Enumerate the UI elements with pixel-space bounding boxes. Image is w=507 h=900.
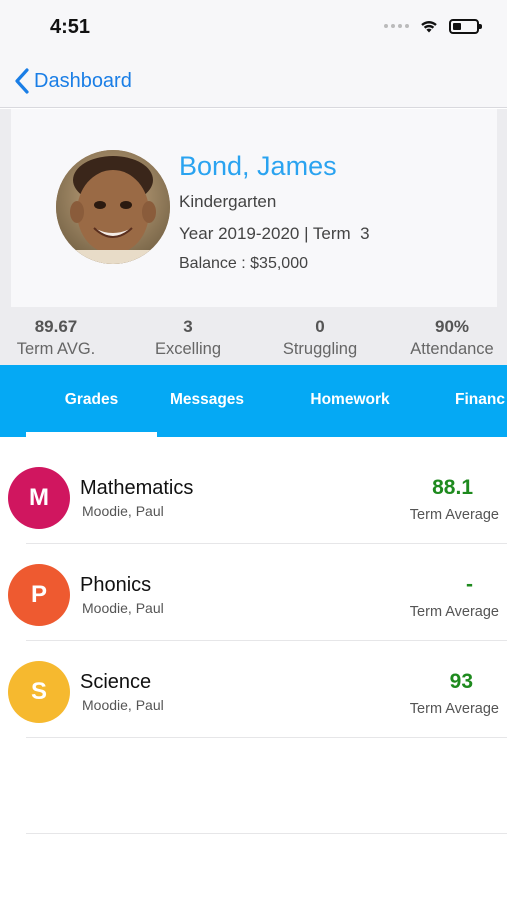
tab-bar: Grades Messages Homework Financ bbox=[0, 365, 507, 437]
profile-section: Bond, James Kindergarten Year 2019-2020 … bbox=[0, 109, 507, 309]
list-item[interactable]: P Phonics Moodie, Paul - Term Average bbox=[0, 544, 507, 641]
term-average-label: Term Average bbox=[409, 507, 499, 523]
subject-initial-badge: S bbox=[8, 661, 70, 723]
term-average-label: Term Average bbox=[409, 701, 499, 717]
tab-homework[interactable]: Homework bbox=[295, 365, 405, 437]
stat-value: 89.67 bbox=[34, 317, 78, 336]
cellular-signal-icon bbox=[384, 24, 409, 28]
subject-initial-badge: M bbox=[8, 467, 70, 529]
year-term: Year 2019-2020 | Term 3 bbox=[179, 224, 370, 243]
back-label: Dashboard bbox=[34, 69, 132, 92]
stat-attendance: 90% Attendance bbox=[392, 317, 507, 359]
stat-value: 90% bbox=[434, 317, 470, 336]
battery-icon bbox=[449, 18, 482, 34]
tab-messages[interactable]: Messages bbox=[157, 365, 257, 437]
teacher-name: Moodie, Paul bbox=[82, 503, 164, 519]
stat-label: Struggling bbox=[282, 340, 358, 358]
status-icons bbox=[384, 18, 482, 34]
balance: Balance : $35,000 bbox=[179, 255, 308, 272]
stat-struggling: 0 Struggling bbox=[260, 317, 380, 359]
subject-list: M Mathematics Moodie, Paul 88.1 Term Ave… bbox=[0, 447, 507, 738]
stat-label: Excelling bbox=[154, 340, 222, 358]
tab-selected-indicator bbox=[26, 432, 157, 437]
subject-initial-badge: P bbox=[8, 564, 70, 626]
back-button[interactable]: Dashboard bbox=[14, 68, 132, 94]
teacher-name: Moodie, Paul bbox=[82, 600, 164, 616]
teacher-name: Moodie, Paul bbox=[82, 697, 164, 713]
subject-name: Science bbox=[80, 671, 152, 693]
tab-grades[interactable]: Grades bbox=[26, 365, 157, 437]
list-item[interactable]: M Mathematics Moodie, Paul 88.1 Term Ave… bbox=[0, 447, 507, 544]
stat-value: 3 bbox=[183, 317, 193, 336]
subject-name: Phonics bbox=[80, 574, 152, 596]
list-item[interactable]: S Science Moodie, Paul 93 Term Average bbox=[0, 641, 507, 738]
student-name: Bond, James bbox=[179, 151, 337, 181]
status-bar: 4:51 bbox=[0, 0, 507, 56]
avatar bbox=[56, 150, 170, 264]
stat-excelling: 3 Excelling bbox=[128, 317, 248, 359]
stat-label: Attendance bbox=[410, 340, 494, 358]
chevron-left-icon bbox=[15, 68, 29, 94]
profile-card: Bond, James Kindergarten Year 2019-2020 … bbox=[11, 109, 497, 307]
divider bbox=[26, 737, 507, 738]
navigation-bar: Dashboard bbox=[0, 56, 507, 108]
term-average-value: 93 bbox=[449, 670, 473, 693]
stats-row: 89.67 Term AVG. 3 Excelling 0 Struggling… bbox=[0, 309, 507, 365]
term-average-value: - bbox=[466, 573, 473, 596]
wifi-icon bbox=[421, 21, 437, 33]
status-time: 4:51 bbox=[50, 16, 91, 38]
stat-label: Term AVG. bbox=[16, 340, 96, 358]
grade-level: Kindergarten bbox=[179, 192, 277, 211]
subject-name: Mathematics bbox=[80, 477, 194, 499]
stat-term-avg: 89.67 Term AVG. bbox=[0, 317, 116, 359]
term-average-label: Term Average bbox=[409, 604, 499, 620]
stat-value: 0 bbox=[315, 317, 325, 336]
term-average-value: 88.1 bbox=[432, 476, 473, 499]
tab-finance[interactable]: Financ bbox=[455, 365, 507, 437]
divider bbox=[26, 833, 507, 834]
